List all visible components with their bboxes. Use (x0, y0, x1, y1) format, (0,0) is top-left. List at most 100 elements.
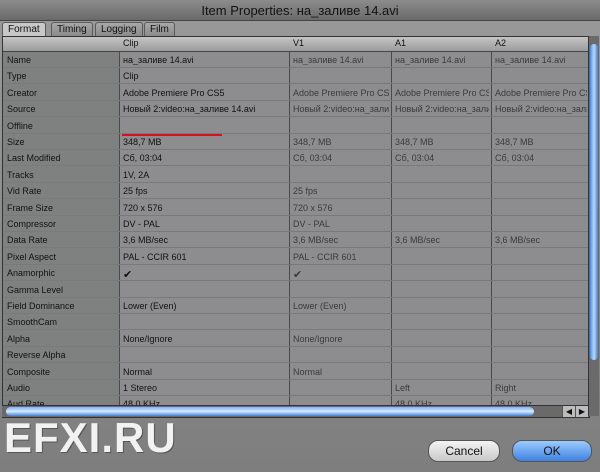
tab-film[interactable]: Film (144, 22, 175, 36)
property-value[interactable]: Adobe Premiere Pro CS5 (395, 88, 489, 98)
property-value[interactable]: Сб, 03:04 (495, 153, 587, 163)
scroll-right-icon[interactable]: ▶ (575, 406, 588, 417)
properties-table-panel: Clip V1 A1 A2 Name на_заливе 14.avi на_зал… (2, 36, 590, 418)
property-value[interactable]: Новый 2:video:на_залив (495, 104, 587, 114)
property-value[interactable]: на_заливе 14.avi (293, 55, 389, 65)
column-header-a1[interactable]: A1 (395, 38, 406, 48)
property-value[interactable]: 348,7 MB (395, 137, 489, 147)
table-row[interactable]: Data Rate 3,6 MB/sec 3,6 MB/sec 3,6 MB/sec 3… (3, 232, 589, 249)
property-value[interactable]: 3,6 MB/sec (123, 235, 287, 245)
property-value[interactable]: Right (495, 383, 587, 393)
property-value[interactable]: Left (395, 383, 489, 393)
scroll-left-icon[interactable]: ◀ (562, 406, 575, 417)
property-label: Reverse Alpha (7, 350, 66, 361)
property-value[interactable]: None/Ignore (293, 334, 389, 344)
property-value[interactable]: Normal (123, 367, 287, 377)
table-row[interactable]: Last Modified Сб, 03:04 Сб, 03:04 Сб, 03:04… (3, 150, 589, 167)
table-row[interactable]: Compressor DV - PAL DV - PAL (3, 216, 589, 232)
property-label: Size (7, 137, 25, 147)
property-value[interactable]: на_заливе 14.avi (495, 55, 587, 65)
table-row[interactable]: Pixel Aspect PAL - CCIR 601 PAL - CCIR 601 (3, 249, 589, 265)
cancel-button[interactable]: Cancel (428, 440, 500, 462)
property-label: Creator (7, 87, 38, 98)
property-value[interactable]: 1V, 2A (123, 170, 287, 180)
table-row[interactable]: Name на_заливе 14.avi на_заливе 14.avi на_з… (3, 52, 589, 68)
property-value[interactable]: Adobe Premiere Pro CS5 (495, 88, 587, 98)
property-value[interactable]: 3,6 MB/sec (495, 235, 587, 245)
table-row[interactable]: Vid Rate 25 fps 25 fps (3, 183, 589, 200)
property-value[interactable]: Сб, 03:04 (395, 153, 489, 163)
property-value[interactable]: Новый 2:video:на_залив (395, 104, 489, 114)
property-value[interactable]: 348,7 MB (123, 137, 287, 147)
table-row[interactable]: Type Clip (3, 68, 589, 85)
property-label: Composite (7, 366, 51, 377)
vertical-scroll-thumb[interactable] (590, 44, 598, 360)
column-header-v1[interactable]: V1 (293, 38, 304, 48)
property-label: Pixel Aspect (7, 251, 57, 262)
title-bar[interactable]: Item Properties: на_заливе 14.avi (0, 0, 600, 21)
property-label: Compressor (7, 219, 57, 229)
property-value[interactable]: Новый 2:video:на_залив (293, 104, 389, 114)
property-label: Data Rate (7, 235, 48, 246)
red-underline-annotation (122, 134, 222, 136)
column-header-a2[interactable]: A2 (495, 38, 506, 48)
property-label: Offline (7, 120, 33, 131)
property-label: Frame Size (7, 202, 54, 213)
property-value[interactable]: 3,6 MB/sec (395, 235, 489, 245)
property-value[interactable]: Adobe Premiere Pro CS5 (123, 88, 287, 98)
property-value[interactable]: 25 fps (293, 186, 389, 196)
property-value[interactable]: PAL - CCIR 601 (123, 252, 287, 262)
table-row[interactable]: Source Новый 2:video:на_заливе 14.avi Новы… (3, 101, 589, 118)
property-value[interactable]: Сб, 03:04 (123, 153, 287, 163)
property-value[interactable]: на_заливе 14.avi (395, 55, 489, 65)
table-row[interactable]: Tracks 1V, 2A (3, 167, 589, 183)
property-value[interactable]: PAL - CCIR 601 (293, 252, 389, 262)
property-value[interactable]: 25 fps (123, 186, 287, 196)
property-value[interactable]: Adobe Premiere Pro CS5 (293, 88, 389, 98)
table-row[interactable]: Audio 1 Stereo Left Right (3, 380, 589, 396)
property-value[interactable]: 720 x 576 (293, 203, 389, 213)
table-row[interactable]: Size 348,7 MB 348,7 MB 348,7 MB 348,7 MB (3, 134, 589, 150)
table-row[interactable]: Creator Adobe Premiere Pro CS5 Adobe Premi… (3, 85, 589, 101)
property-value[interactable]: Normal (293, 367, 389, 377)
property-value[interactable]: Clip (123, 71, 287, 81)
property-value[interactable]: 348,7 MB (495, 137, 587, 147)
table-row[interactable]: Frame Size 720 x 576 720 x 576 (3, 200, 589, 216)
property-label: Vid Rate (7, 186, 42, 197)
tab-format[interactable]: Format (2, 22, 46, 37)
property-value[interactable]: Lower (Even) (293, 301, 389, 311)
watermark-text: EFXI.RU (4, 414, 177, 461)
property-label: Gamma Level (7, 284, 64, 295)
table-row[interactable]: SmoothCam (3, 314, 589, 331)
vertical-scrollbar[interactable] (588, 36, 599, 416)
table-row[interactable]: Offline (3, 118, 589, 134)
property-value[interactable]: 720 x 576 (123, 203, 287, 213)
table-row[interactable]: Reverse Alpha (3, 347, 589, 364)
table-row[interactable]: Gamma Level (3, 282, 589, 298)
property-value[interactable]: DV - PAL (293, 219, 389, 229)
property-value[interactable]: Новый 2:video:на_заливе 14.avi (123, 104, 287, 114)
table-row[interactable]: Alpha None/Ignore None/Ignore (3, 331, 589, 347)
tab-timing[interactable]: Timing (51, 22, 93, 36)
property-label: Last Modified (7, 153, 61, 164)
item-properties-window: Item Properties: на_заливе 14.avi Format… (0, 0, 600, 472)
property-label: Audio (7, 383, 31, 393)
table-row[interactable]: Anamorphic ✔ ✔ (3, 265, 589, 282)
property-value[interactable]: DV - PAL (123, 219, 287, 229)
property-label: Anamorphic (7, 268, 56, 279)
table-row[interactable]: Composite Normal Normal (3, 364, 589, 380)
column-header-clip[interactable]: Clip (123, 38, 139, 48)
property-label: Source (7, 104, 36, 115)
properties-grid: Clip V1 A1 A2 Name на_заливе 14.avi на_зал… (3, 37, 589, 413)
ok-button[interactable]: OK (512, 440, 592, 462)
property-label: Name (7, 55, 32, 65)
property-value[interactable]: 348,7 MB (293, 137, 389, 147)
table-row[interactable]: Field Dominance Lower (Even) Lower (Even) (3, 298, 589, 314)
property-value[interactable]: None/Ignore (123, 334, 287, 344)
tab-logging[interactable]: Logging (95, 22, 143, 36)
property-value[interactable]: на_заливе 14.avi (123, 55, 287, 65)
property-value[interactable]: Lower (Even) (123, 301, 287, 311)
property-value[interactable]: 3,6 MB/sec (293, 235, 389, 245)
property-value[interactable]: Сб, 03:04 (293, 153, 389, 163)
property-value[interactable]: 1 Stereo (123, 383, 287, 393)
